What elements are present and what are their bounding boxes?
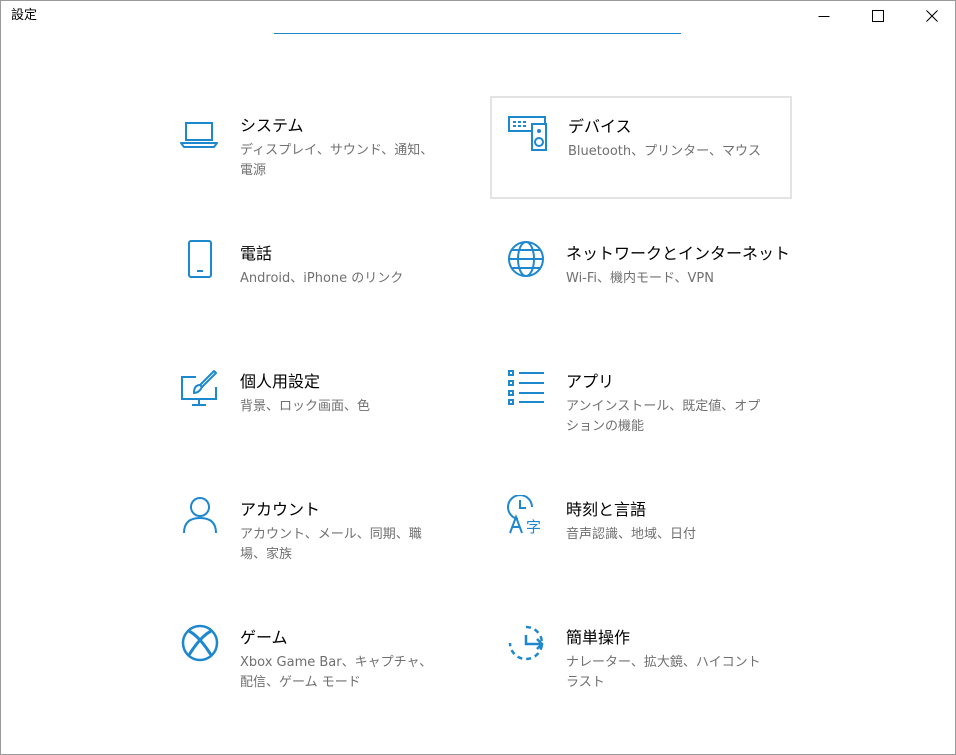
tile-title: ゲーム <box>240 628 288 647</box>
tile-title: 個人用設定 <box>240 372 321 391</box>
tile-system[interactable]: システム ディスプレイ、サウンド、通知、電源 <box>180 97 480 197</box>
phone-icon <box>180 239 220 279</box>
tile-title: アプリ <box>566 372 615 391</box>
window-title: 設定 <box>11 8 38 23</box>
svg-text:字: 字 <box>526 518 541 535</box>
time-language-icon: 字 <box>506 495 546 535</box>
search-box-underline[interactable] <box>274 33 681 34</box>
xbox-icon <box>180 623 220 663</box>
tile-title: ネットワークとインターネット <box>566 244 791 263</box>
tile-description: Android、iPhone のリンク <box>240 271 404 286</box>
tile-apps[interactable]: アプリ アンインストール、既定値、オプションの機能 <box>506 353 806 453</box>
minimize-icon <box>818 16 830 17</box>
close-icon <box>926 10 938 22</box>
tile-description: 音声認識、地域、日付 <box>566 527 697 542</box>
app-list-icon <box>506 367 546 407</box>
tile-description: Xbox Game Bar、キャプチャ、配信、ゲーム モード <box>240 655 433 690</box>
settings-window: 設定 システム ディスプレイ、サウンド、通知、電源 デバイス Bluetooth… <box>0 0 956 755</box>
close-button[interactable] <box>909 1 955 31</box>
tile-description: 背景、ロック画面、色 <box>240 399 371 414</box>
tile-phone[interactable]: 電話 Android、iPhone のリンク <box>180 225 480 325</box>
tile-title: デバイス <box>568 117 632 136</box>
tile-title: システム <box>240 116 304 135</box>
tile-title: 簡単操作 <box>566 628 631 647</box>
paintbrush-monitor-icon <box>180 367 220 407</box>
tile-description: Bluetooth、プリンター、マウス <box>568 144 761 159</box>
tile-title: アカウント <box>240 500 321 519</box>
maximize-icon <box>872 10 884 22</box>
tile-description: ディスプレイ、サウンド、通知、電源 <box>240 143 434 178</box>
tile-personalization[interactable]: 個人用設定 背景、ロック画面、色 <box>180 353 480 453</box>
laptop-icon <box>180 111 220 151</box>
tile-time-language[interactable]: 字 時刻と言語 音声認識、地域、日付 <box>506 481 806 581</box>
tile-title: 時刻と言語 <box>566 500 647 519</box>
keyboard-speaker-icon <box>508 112 548 152</box>
tile-network-internet[interactable]: ネットワークとインターネット Wi-Fi、機内モード、VPN <box>506 225 806 325</box>
tile-accounts[interactable]: アカウント アカウント、メール、同期、職場、家族 <box>180 481 480 581</box>
tile-description: アカウント、メール、同期、職場、家族 <box>240 527 422 562</box>
globe-icon <box>506 239 546 279</box>
tile-description: アンインストール、既定値、オプションの機能 <box>566 399 761 434</box>
tile-title: 電話 <box>240 244 273 263</box>
person-icon <box>180 495 220 535</box>
maximize-button[interactable] <box>855 1 901 31</box>
tile-description: ナレーター、拡大鏡、ハイコントラスト <box>566 655 761 690</box>
ease-of-access-icon <box>506 623 546 663</box>
tile-ease-of-access[interactable]: 簡単操作 ナレーター、拡大鏡、ハイコントラスト <box>506 609 806 709</box>
tile-devices[interactable]: デバイス Bluetooth、プリンター、マウス <box>490 96 792 199</box>
title-bar[interactable]: 設定 <box>1 1 955 33</box>
tile-gaming[interactable]: ゲーム Xbox Game Bar、キャプチャ、配信、ゲーム モード <box>180 609 480 709</box>
minimize-button[interactable] <box>801 1 847 31</box>
tile-description: Wi-Fi、機内モード、VPN <box>566 271 714 286</box>
